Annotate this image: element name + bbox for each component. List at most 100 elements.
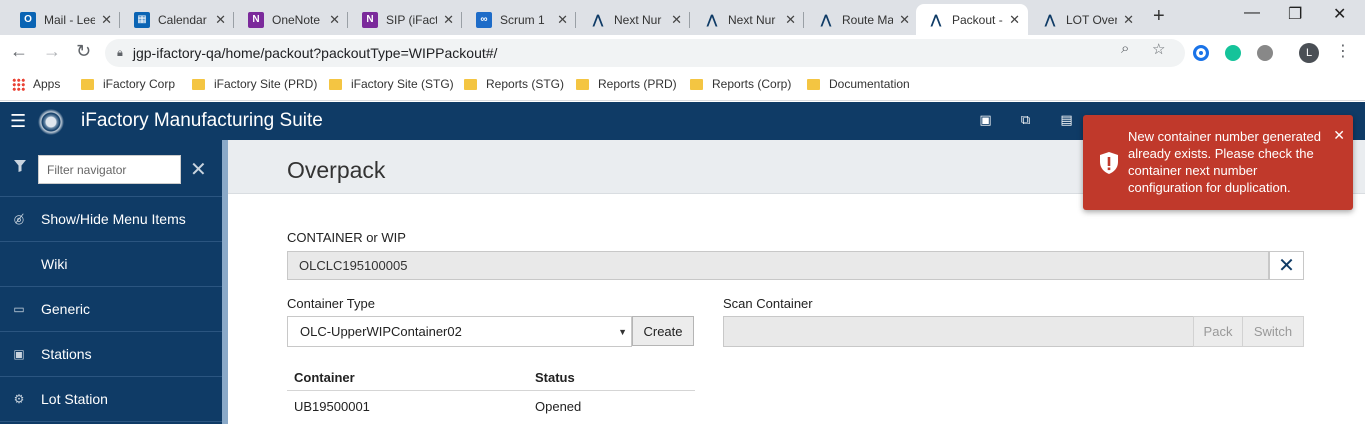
close-tab-icon[interactable]: ✕ bbox=[1009, 12, 1020, 28]
bookmark-label: Apps bbox=[33, 77, 61, 91]
bookmark-folder[interactable]: iFactory Site (STG) bbox=[329, 77, 454, 91]
onenote-icon: N bbox=[362, 11, 378, 28]
dropdown-arrow-icon: ▼ bbox=[618, 326, 627, 337]
container-type-label: Container Type bbox=[287, 296, 375, 311]
ifactory-icon: ⋀ bbox=[930, 11, 942, 27]
browser-tab[interactable]: ▦ Calendar ✕ bbox=[122, 4, 234, 35]
browser-tab-active[interactable]: ⋀ Packout - ✕ bbox=[916, 4, 1028, 35]
shield-exclamation-icon bbox=[1100, 152, 1118, 174]
tab-title: Scrum 1 bbox=[500, 12, 545, 27]
close-tab-icon[interactable]: ✕ bbox=[671, 12, 682, 28]
cell-status: Opened bbox=[535, 399, 582, 414]
sidebar-item-lot-station[interactable]: ⚙ Lot Station bbox=[0, 377, 222, 422]
folder-icon bbox=[807, 78, 820, 90]
container-type-select[interactable]: OLC-UpperWIPContainer02 ▼ bbox=[287, 316, 632, 347]
cell-container: UB19500001 bbox=[294, 399, 370, 414]
scan-container-input[interactable] bbox=[723, 316, 1194, 347]
folder-icon bbox=[576, 78, 589, 90]
window-close-icon[interactable]: ✕ bbox=[1333, 4, 1346, 24]
reload-icon[interactable]: ↻ bbox=[76, 41, 91, 62]
url-text: jgp-ifactory-qa/home/packout?packoutType… bbox=[132, 45, 498, 61]
sidebar-item-stations[interactable]: ▣ Stations bbox=[0, 332, 222, 377]
app-title: iFactory Manufacturing Suite bbox=[81, 110, 323, 131]
tab-title: Mail - Lee bbox=[44, 12, 96, 27]
browser-tab[interactable]: N SIP (iFact ✕ bbox=[350, 4, 462, 35]
tab-title: SIP (iFact bbox=[386, 12, 438, 27]
close-tab-icon[interactable]: ✕ bbox=[329, 12, 340, 28]
tab-title: Next Nur bbox=[614, 12, 662, 27]
clear-container-button[interactable]: ✕ bbox=[1269, 251, 1304, 280]
contact-card-icon[interactable]: ▣ bbox=[978, 112, 993, 128]
close-tab-icon[interactable]: ✕ bbox=[785, 12, 796, 28]
language-icon[interactable]: ⧉ bbox=[1018, 112, 1033, 128]
browser-tab[interactable]: ⋀ LOT Over ✕ bbox=[1030, 4, 1142, 35]
toast-close-icon[interactable]: ✕ bbox=[1333, 127, 1345, 144]
clear-filter-icon[interactable]: ✕ bbox=[190, 157, 207, 182]
azure-devops-icon: ∞ bbox=[476, 11, 492, 28]
bookmark-folder[interactable]: Documentation bbox=[807, 77, 910, 91]
toast-message: New container number generated already e… bbox=[1128, 129, 1321, 195]
table-row[interactable]: UB19500001 Opened bbox=[287, 391, 695, 422]
container-table: Container Status UB19500001 Opened bbox=[287, 364, 695, 422]
sidebar-item-label: Wiki bbox=[41, 256, 68, 272]
table-header: Container Status bbox=[287, 364, 695, 391]
sidebar-item-label: Show/Hide Menu Items bbox=[41, 211, 186, 227]
lock-icon: 🔒︎ bbox=[117, 46, 123, 59]
sidebar-item-label: Generic bbox=[41, 301, 91, 317]
sidebar-item-generic[interactable]: ▭ Generic bbox=[0, 287, 222, 332]
container-or-wip-input[interactable]: OLCLC195100005 bbox=[287, 251, 1269, 280]
tab-title: Next Nur bbox=[728, 12, 776, 27]
tab-title: Route Ma bbox=[842, 12, 894, 27]
create-button[interactable]: Create bbox=[632, 316, 694, 346]
outlook-icon: O bbox=[20, 11, 36, 28]
ifactory-icon: ⋀ bbox=[1044, 11, 1056, 27]
close-tab-icon[interactable]: ✕ bbox=[101, 12, 112, 28]
bookmark-folder[interactable]: Reports (PRD) bbox=[576, 77, 677, 91]
apps-grid-icon bbox=[12, 77, 25, 91]
filter-navigator-input[interactable] bbox=[38, 155, 181, 184]
switch-button[interactable]: Switch bbox=[1242, 316, 1304, 347]
sidebar-item-wiki[interactable]: Wiki bbox=[0, 242, 222, 287]
forward-icon[interactable]: → bbox=[43, 41, 61, 62]
avatar[interactable]: L bbox=[1299, 43, 1319, 63]
new-tab-button[interactable]: + bbox=[1153, 5, 1165, 28]
bookmark-label: iFactory Site (PRD) bbox=[214, 77, 318, 91]
grammarly-icon[interactable] bbox=[1225, 45, 1241, 61]
bookmark-apps[interactable]: Apps bbox=[12, 77, 60, 91]
close-tab-icon[interactable]: ✕ bbox=[215, 12, 226, 28]
bookmark-folder[interactable]: Reports (Corp) bbox=[690, 77, 791, 91]
extension-icon[interactable] bbox=[1193, 45, 1209, 61]
folder-icon bbox=[329, 78, 342, 90]
browser-tab[interactable]: ∞ Scrum 1 ✕ bbox=[464, 4, 576, 35]
bookmark-folder[interactable]: iFactory Site (PRD) bbox=[192, 77, 317, 91]
close-tab-icon[interactable]: ✕ bbox=[1123, 12, 1134, 28]
browser-menu-icon[interactable]: ⋮ bbox=[1335, 41, 1351, 61]
bookmark-label: iFactory Corp bbox=[103, 77, 176, 91]
bookmark-folder[interactable]: iFactory Corp bbox=[81, 77, 175, 91]
address-bar[interactable]: 🔒︎ jgp-ifactory-qa/home/packout?packoutT… bbox=[105, 39, 1185, 67]
browser-tab[interactable]: ⋀ Route Ma ✕ bbox=[806, 4, 918, 35]
close-tab-icon[interactable]: ✕ bbox=[443, 12, 454, 28]
browser-tab[interactable]: ⋀ Next Nur ✕ bbox=[578, 4, 690, 35]
restore-icon[interactable]: ❐ bbox=[1288, 4, 1302, 24]
zoom-icon[interactable]: ⌕ bbox=[1121, 40, 1129, 57]
hamburger-menu-icon[interactable]: ☰ bbox=[10, 111, 26, 132]
bookmark-star-icon[interactable]: ☆ bbox=[1152, 40, 1165, 58]
pack-button[interactable]: Pack bbox=[1193, 316, 1243, 347]
browser-tab[interactable]: N OneNote ✕ bbox=[236, 4, 348, 35]
onenote-icon: N bbox=[248, 11, 264, 28]
sidebar-item-show-hide[interactable]: ◎̸ Show/Hide Menu Items bbox=[0, 197, 222, 242]
badge-icon[interactable]: ▤ bbox=[1059, 112, 1074, 128]
minimize-icon[interactable]: — bbox=[1244, 4, 1260, 22]
extension-icon[interactable] bbox=[1257, 45, 1273, 61]
folder-icon bbox=[464, 78, 477, 90]
browser-tab[interactable]: O Mail - Lee ✕ bbox=[8, 4, 120, 35]
browser-tab[interactable]: ⋀ Next Nur ✕ bbox=[692, 4, 804, 35]
back-icon[interactable]: ← bbox=[10, 41, 28, 62]
bookmark-label: Reports (Corp) bbox=[712, 77, 792, 91]
close-tab-icon[interactable]: ✕ bbox=[899, 12, 910, 28]
filter-row: ✕ bbox=[0, 140, 222, 197]
bookmark-folder[interactable]: Reports (STG) bbox=[464, 77, 564, 91]
column-header-container: Container bbox=[294, 370, 355, 385]
close-tab-icon[interactable]: ✕ bbox=[557, 12, 568, 28]
